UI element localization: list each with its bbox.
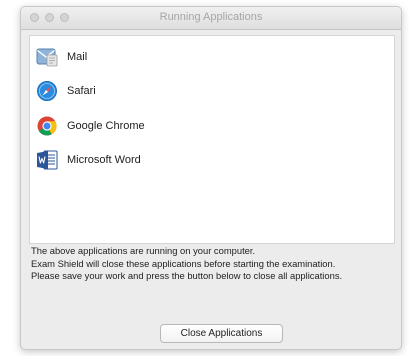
application-list: Mail Safari Google Chrome Microsoft Word [29,35,395,244]
app-label-microsoft-word: Microsoft Word [67,154,141,166]
message-line-2: Exam Shield will close these application… [31,257,336,269]
chrome-icon [36,115,58,137]
info-message: The above applications are running on yo… [31,245,399,283]
window-title: Running Applications [159,11,263,23]
title-bar[interactable]: Running Applications [21,7,401,30]
app-label-google-chrome: Google Chrome [67,120,145,132]
word-icon [36,149,58,171]
message-line-3: Please save your work and press the butt… [31,270,343,281]
list-item-google-chrome: Google Chrome [36,114,145,138]
app-label-safari: Safari [67,85,96,97]
running-applications-window: Running Applications Mail Safari Google … [20,6,402,350]
safari-icon [36,80,58,102]
close-applications-button[interactable]: Close Applications [160,324,283,343]
app-label-mail: Mail [67,51,88,63]
list-item-safari: Safari [36,79,96,103]
message-line-1: The above applications are running on yo… [31,245,256,256]
list-item-microsoft-word: Microsoft Word [36,148,141,172]
mail-icon [36,46,58,68]
list-item-mail: Mail [36,45,87,69]
